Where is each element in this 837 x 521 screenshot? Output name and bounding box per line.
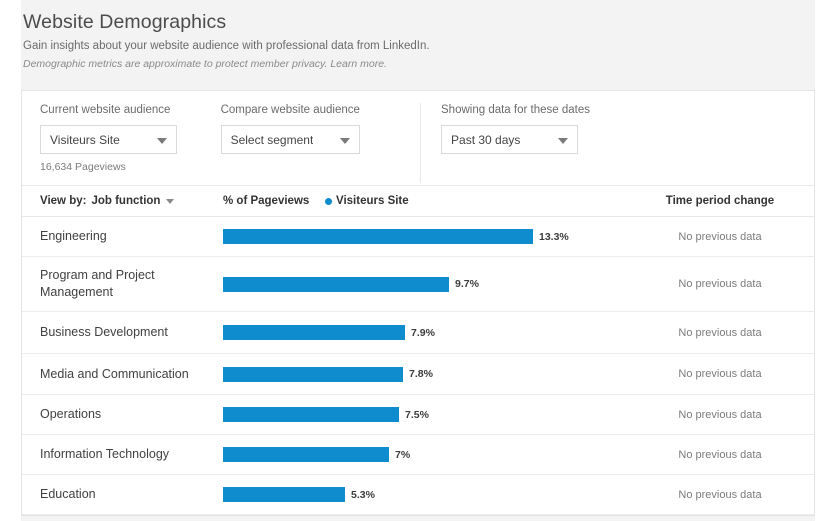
current-audience-label: Current website audience	[40, 104, 171, 116]
row-bar	[223, 487, 345, 502]
row-bar	[223, 407, 399, 422]
chart-legend: Visiteurs Site	[325, 195, 640, 207]
row-category-label: Operations	[40, 407, 102, 421]
row-bar	[223, 447, 389, 462]
pageviews-count: 16,634 Pageviews	[40, 161, 126, 173]
chevron-down-icon	[339, 137, 350, 144]
learn-more-link[interactable]: Learn more.	[330, 58, 387, 70]
pct-pageviews-header: % of Pageviews	[223, 195, 310, 207]
row-bar-value: 5.3%	[351, 488, 375, 501]
row-bar-area: 7.9%	[223, 312, 640, 353]
demographics-card: Current website audience Visiteurs Site …	[21, 90, 815, 516]
row-bar-value: 7%	[395, 448, 411, 461]
table-row: Education 5.3% No previous data	[22, 475, 814, 515]
table-header: View by: Job function % of Pageviews Vis…	[22, 186, 814, 217]
row-bar	[223, 229, 533, 244]
view-by-value: Job function	[91, 195, 161, 207]
compare-audience-value: Select segment	[230, 132, 314, 147]
row-bar-value: 9.7%	[455, 278, 479, 290]
chevron-down-icon	[157, 137, 167, 144]
page-right-gutter	[815, 0, 837, 521]
filter-bar: Current website audience Visiteurs Site …	[22, 91, 814, 186]
chevron-down-icon	[558, 137, 569, 144]
row-category-label: Media and Communication	[40, 366, 189, 381]
legend-dot-icon	[325, 197, 332, 205]
date-range-select[interactable]: Past 30 days	[441, 125, 579, 154]
row-time-period-change: No previous data	[678, 230, 762, 243]
current-audience-value: Visiteurs Site	[50, 132, 120, 147]
row-bar-value: 13.3%	[539, 230, 569, 243]
table-row: Operations 7.5% No previous data	[22, 395, 814, 435]
table-row: Engineering 13.3% No previous data	[22, 217, 814, 257]
page-title: Website Demographics	[23, 11, 227, 33]
page-subtitle: Gain insights about your website audienc…	[23, 40, 430, 52]
legend-label: Visiteurs Site	[336, 195, 409, 207]
row-bar-area: 5.3%	[223, 475, 640, 514]
row-bar	[223, 325, 405, 340]
filter-compare-audience: Compare website audience Select segment	[203, 103, 420, 154]
row-category-label: Education	[40, 487, 96, 501]
row-time-period-change: No previous data	[678, 368, 762, 380]
chevron-down-icon	[166, 198, 175, 204]
row-category-label: Program and Project Management	[40, 268, 155, 299]
row-bar	[223, 276, 449, 292]
row-category-label: Business Development	[40, 325, 168, 339]
row-category-label: Information Technology	[40, 447, 170, 461]
table-row: Information Technology 7% No previous data	[22, 435, 814, 475]
view-by-label: View by:	[40, 195, 87, 207]
row-category-label: Engineering	[40, 229, 107, 243]
compare-audience-select[interactable]: Select segment	[220, 125, 360, 154]
page-root: Website Demographics Gain insights about…	[0, 0, 837, 521]
table-row: Business Development 7.9% No previous data	[22, 312, 814, 354]
privacy-note: Demographic metrics are approximate to p…	[23, 57, 815, 72]
view-by-selector[interactable]: View by: Job function	[40, 195, 223, 207]
row-bar-area: 7%	[223, 435, 640, 474]
time-period-change-header: Time period change	[665, 195, 775, 207]
table-row: Media and Communication 7.8% No previous d…	[22, 354, 814, 395]
row-time-period-change: No previous data	[678, 448, 762, 461]
row-bar-value: 7.9%	[411, 326, 435, 339]
row-bar	[223, 366, 403, 382]
date-range-value: Past 30 days	[451, 132, 521, 147]
row-time-period-change: No previous data	[678, 326, 762, 339]
privacy-note-text: Demographic metrics are approximate to p…	[23, 58, 328, 70]
row-time-period-change: No previous data	[678, 278, 762, 290]
page-left-gutter	[0, 0, 21, 521]
filter-date-range: Showing data for these dates Past 30 day…	[420, 103, 814, 183]
date-range-label: Showing data for these dates	[441, 104, 590, 116]
row-time-period-change: No previous data	[678, 488, 762, 501]
row-bar-value: 7.5%	[405, 408, 429, 421]
row-bar-area: 9.7%	[223, 257, 640, 311]
current-audience-select[interactable]: Visiteurs Site	[40, 125, 177, 154]
row-bar-value: 7.8%	[409, 368, 433, 380]
filter-current-audience: Current website audience Visiteurs Site …	[22, 103, 203, 173]
row-bar-area: 13.3%	[223, 217, 640, 256]
page-header: Website Demographics Gain insights about…	[21, 0, 815, 80]
compare-audience-label: Compare website audience	[220, 104, 360, 116]
row-time-period-change: No previous data	[678, 408, 762, 421]
table-row: Program and Project Management 9.7% No pre…	[22, 257, 814, 312]
demographics-row-list: Engineering 13.3% No previous data Program …	[22, 217, 814, 515]
row-bar-area: 7.8%	[223, 354, 640, 394]
row-bar-area: 7.5%	[223, 395, 640, 434]
